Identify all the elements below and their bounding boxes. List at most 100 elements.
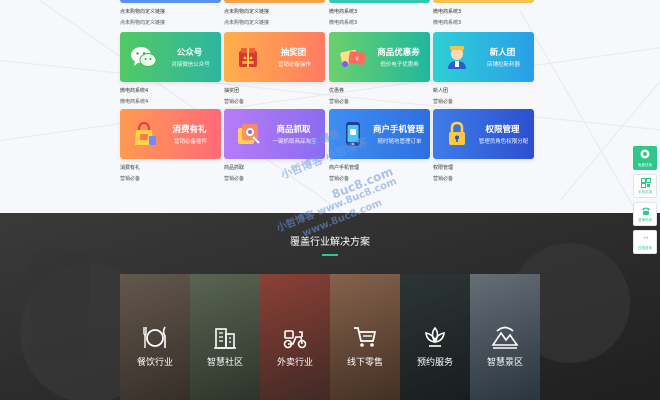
building-icon [214,328,236,349]
cart-icon [354,327,377,347]
plugin-title: 抽奖团 [280,48,307,58]
mobile-phone-icon [346,122,360,146]
plugin-card-coupon[interactable]: ¥ 商品优惠券 低价电子优惠券 优惠券 营销必备 [329,32,430,105]
industry-panel-delivery[interactable]: 外卖行业 [260,274,330,400]
plugin-tag: 微电商系统4 [120,99,149,105]
plugin-tile[interactable]: 商品抓取 一键抓取商品淘宝 [224,109,325,159]
plugin-title: 商品优惠券 [377,48,420,58]
plugin-card-partial[interactable]: 点未购物向定义链接 点未购物向定义链接 [120,0,221,26]
plugin-tile[interactable]: 消费有礼 营销必备插件 [120,109,221,159]
landscape-icon [491,326,519,349]
industry-solutions: 覆盖行业解决方案 餐饮行业 智慧社区 外卖行业 线下零售 预约服务 智慧景区 [0,213,660,400]
sidebar-mobile-trial[interactable]: 手机试用 [633,174,657,198]
plugin-subtitle: 店铺拉新利器 [486,62,520,68]
plugin-card-bar [224,0,325,3]
plugin-tile[interactable]: 抽奖团 营销必备操作 [224,32,325,82]
industry-panel-booking[interactable]: 预约服务 [400,274,470,400]
plugin-tile[interactable]: ¥ 商品优惠券 低价电子优惠券 [329,32,430,82]
industry-label: 智慧社区 [206,358,243,368]
plugin-subtitle: 营销必备插件 [173,139,207,145]
lotus-icon [425,326,445,347]
industry-panels: 餐饮行业 智慧社区 外卖行业 线下零售 预约服务 智慧景区 [120,274,540,400]
plugin-card-lottery[interactable]: 抽奖团 营销必备操作 抽奖团 营销必备 [224,32,325,105]
plugin-tag: 营销必备 [433,99,454,105]
plugin-subtitle: 随时随地管理订单 [377,139,422,145]
plugin-title: 权限管理 [485,125,520,135]
industry-panel-community[interactable]: 智慧社区 [190,274,260,400]
section-title: 覆盖行业解决方案 [290,237,370,248]
plugin-tag: 微电商系统3 [329,20,358,26]
plugin-title: 商户手机管理 [372,125,424,135]
plugin-subtitle: 低价电子优惠券 [380,62,419,68]
plugin-tile[interactable]: 新人团 店铺拉新利器 [433,32,534,82]
plugin-title: 商品抓取 [276,125,311,135]
plugin-title: 新人团 [489,48,516,58]
plugin-name: 优惠券 [329,88,345,94]
plugin-subtitle: 营销必备操作 [277,62,311,68]
plugin-subtitle: 管理员角色权限分配 [478,139,529,145]
plugin-card-partial[interactable]: 微电商系统3 微电商系统3 [329,0,430,26]
plugin-title: 公众号 [176,48,203,58]
plugin-name: 商户手机管理 [329,165,360,171]
dining-icon [143,326,166,348]
industry-label: 线下零售 [346,358,383,368]
online-service-icon [640,149,650,159]
plugin-name: 抽奖团 [224,88,240,94]
sidebar-label: 在线咨询 [638,246,652,250]
plugin-subtitle: 一键抓取商品淘宝 [272,139,317,145]
plugin-card-merchant-mobile[interactable]: 商户手机管理 随时随地管理订单 商户手机管理 营销必备 [329,109,430,182]
telephone-icon [642,207,650,215]
sidebar-label: 手机试用 [638,190,652,194]
plugin-card-permission[interactable]: 权限管理 管理员角色权限分配 权限管理 营销必备 [433,109,534,182]
plugin-card-product-grab[interactable]: 商品抓取 一键抓取商品淘宝 商品抓取 营销必备 [224,109,325,182]
plugin-title: 消费有礼 [172,125,207,135]
sidebar-online-consult[interactable]: 在线咨询 [633,230,657,254]
plugin-name: 新人团 [433,88,449,94]
industry-panel-retail[interactable]: 线下零售 [330,274,400,400]
industry-label: 外卖行业 [276,358,313,368]
plugin-card-consume-gift[interactable]: 消费有礼 营销必备插件 消费有礼 营销必备 [120,109,221,182]
plugin-name: 微电商系统3 [433,9,462,15]
plugin-name: 点未购物向定义链接 [224,9,270,15]
title-underline [322,254,338,256]
plugin-tile[interactable]: 商户手机管理 随时随地管理订单 [329,109,430,159]
plugin-card-bar [120,0,221,3]
plugin-name: 微电商系统4 [120,88,149,94]
plugin-name: 微电商系统3 [329,9,358,15]
svg-text:¥: ¥ [355,56,359,63]
plugin-tag: 微电商系统3 [433,20,462,26]
plugin-tag: 营销必备 [224,176,245,182]
plugin-subtitle: 对接微信公众号 [171,62,210,68]
plugin-card-partial[interactable]: 点未购物向定义链接 点未购物向定义链接 [224,0,325,26]
plugin-showcase: 点未购物向定义链接 点未购物向定义链接 点未购物向定义链接 点未购物向定义链接 … [0,0,660,213]
plugin-name: 点未购物向定义链接 [120,9,166,15]
plugin-card-partial[interactable]: 微电商系统3 微电商系统3 [433,0,534,26]
coupon-icon: ¥ [340,49,366,67]
plugin-tag: 营销必备 [224,99,245,105]
sidebar-hotline[interactable]: 咨询热线 [633,202,657,226]
sidebar-free-trial[interactable]: 免费试用 [633,146,657,170]
qr-code-icon [641,178,651,188]
plugin-tile[interactable]: 权限管理 管理员角色权限分配 [433,109,534,159]
industry-panel-scenic[interactable]: 智慧景区 [470,274,540,400]
scooter-icon [283,330,307,349]
shopping-bag-icon [135,121,156,145]
industry-label: 预约服务 [416,358,453,368]
industry-label: 智慧景区 [486,358,523,368]
plugin-name: 权限管理 [433,165,454,171]
qq-penguin-icon [642,234,650,244]
plugin-card-newcomer[interactable]: 新人团 店铺拉新利器 新人团 营销必备 [433,32,534,105]
plugin-tag: 点未购物向定义链接 [224,20,270,26]
product-grab-icon [238,124,260,144]
sidebar-label: 免费试用 [638,163,652,167]
industry-panel-dining[interactable]: 餐饮行业 [120,274,190,400]
plugin-tag: 营销必备 [329,176,350,182]
gift-box-icon [239,48,257,67]
plugin-card-bar [433,0,534,3]
plugin-tile[interactable]: 公众号 对接微信公众号 [120,32,221,82]
plugin-tag: 营销必备 [120,176,141,182]
sidebar-label: 咨询热线 [638,218,652,222]
lock-icon [449,121,465,145]
plugin-name: 消费有礼 [120,165,141,171]
plugin-card-wechat[interactable]: 公众号 对接微信公众号 微电商系统4 微电商系统4 [120,32,221,105]
